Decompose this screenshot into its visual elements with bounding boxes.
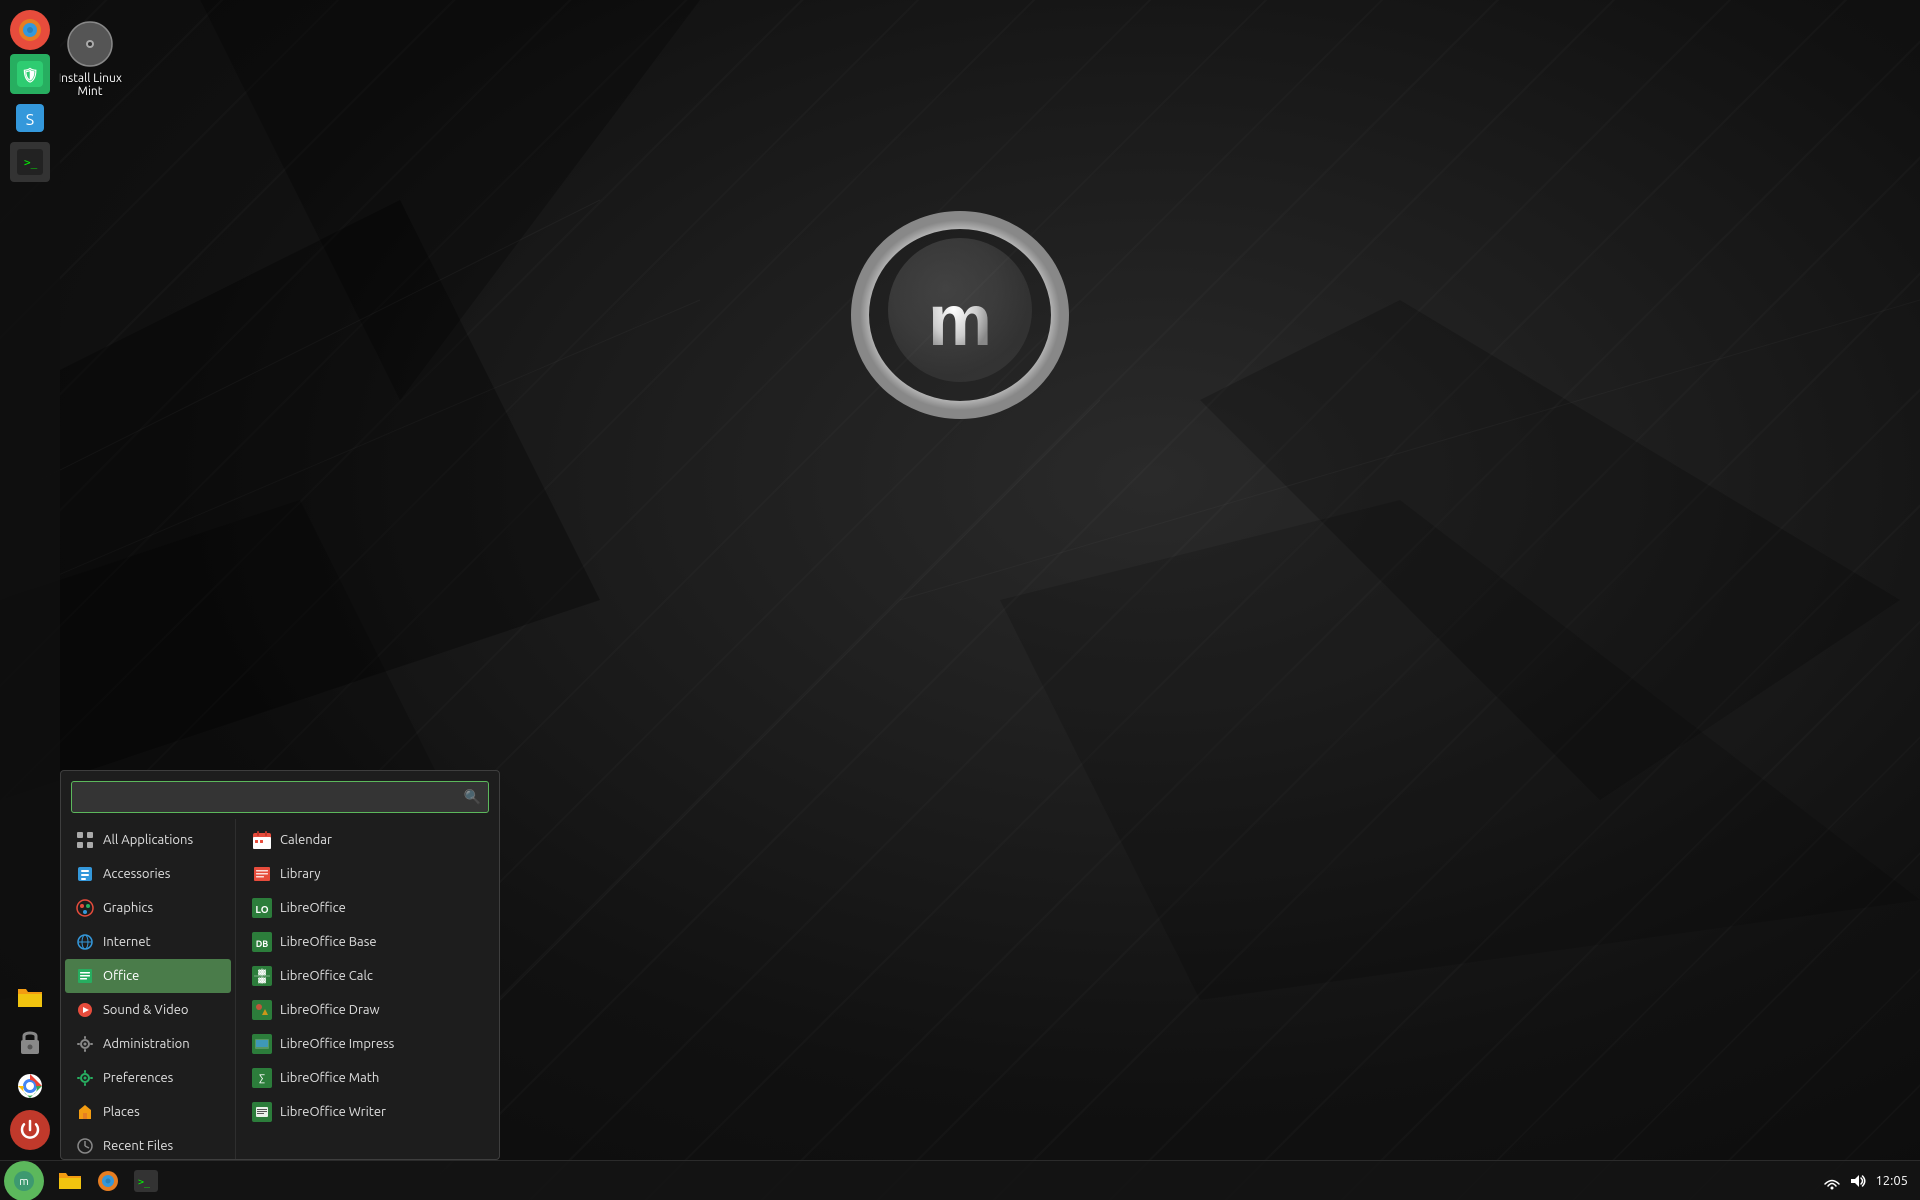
svg-text:∑: ∑: [259, 1073, 265, 1085]
taskbar-terminal[interactable]: >_: [128, 1163, 164, 1199]
app-libreoffice-calc[interactable]: ▓▓ ▓▓ LibreOffice Calc: [240, 959, 495, 993]
library-app-icon: [252, 864, 272, 884]
menu-search-input[interactable]: [71, 781, 489, 813]
category-internet[interactable]: Internet: [65, 925, 231, 959]
sidebar-firefox-icon[interactable]: [10, 10, 50, 50]
accessories-icon: [75, 864, 95, 884]
category-administration[interactable]: Administration: [65, 1027, 231, 1061]
preferences-icon: [75, 1068, 95, 1088]
office-icon: [75, 966, 95, 986]
network-icon[interactable]: [1823, 1172, 1841, 1190]
libreoffice-calc-icon: ▓▓ ▓▓: [252, 966, 272, 986]
sidebar-power-icon[interactable]: [10, 1110, 50, 1150]
category-office[interactable]: Office: [65, 959, 231, 993]
libreoffice-draw-icon: [252, 1000, 272, 1020]
category-accessories[interactable]: Accessories: [65, 857, 231, 891]
app-libreoffice-writer[interactable]: LibreOffice Writer: [240, 1095, 495, 1129]
svg-text:DB: DB: [256, 939, 269, 949]
libreoffice-base-icon: DB: [252, 932, 272, 952]
taskbar-firefox[interactable]: [90, 1163, 126, 1199]
recent-files-icon: [75, 1136, 95, 1156]
svg-text:m: m: [928, 281, 992, 361]
search-icon: 🔍: [464, 789, 481, 806]
svg-text:LO: LO: [255, 904, 268, 915]
libreoffice-impress-icon: [252, 1034, 272, 1054]
install-icon-image: [66, 20, 114, 68]
menu-panel: 🔍 All Applications: [60, 770, 500, 1160]
install-icon-label: Install Linux Mint: [50, 72, 130, 98]
app-libreoffice-base[interactable]: DB LibreOffice Base: [240, 925, 495, 959]
app-libreoffice-math[interactable]: ∑ LibreOffice Math: [240, 1061, 495, 1095]
libreoffice-icon: LO: [252, 898, 272, 918]
graphics-icon: [75, 898, 95, 918]
taskbar-right: 12:05: [1823, 1172, 1920, 1190]
taskbar-file-manager[interactable]: [52, 1163, 88, 1199]
menu-content: All Applications Accessories: [61, 819, 499, 1159]
left-sidebar: 🛡 S >_: [0, 0, 60, 1160]
mint-logo: m: [850, 200, 1070, 420]
sidebar-synaptic-icon[interactable]: S: [10, 98, 50, 138]
svg-text:▓▓: ▓▓: [258, 977, 266, 983]
svg-text:m: m: [19, 1176, 29, 1188]
sidebar-mintupdate-icon[interactable]: 🛡: [10, 54, 50, 94]
start-button[interactable]: m: [4, 1161, 44, 1200]
desktop: m Install Linux Mint 🛡: [0, 0, 1920, 1200]
places-icon: [75, 1102, 95, 1122]
install-linux-mint-icon[interactable]: Install Linux Mint: [50, 20, 130, 98]
administration-icon: [75, 1034, 95, 1054]
libreoffice-math-icon: ∑: [252, 1068, 272, 1088]
app-libreoffice[interactable]: LO LibreOffice: [240, 891, 495, 925]
sidebar-lock-icon[interactable]: [10, 1022, 50, 1062]
menu-search-bar: 🔍: [61, 771, 499, 819]
svg-text:▓▓: ▓▓: [258, 969, 266, 975]
app-library[interactable]: Library: [240, 857, 495, 891]
category-places[interactable]: Places: [65, 1095, 231, 1129]
sidebar-google-icon[interactable]: [10, 1066, 50, 1106]
taskbar: m >_: [0, 1160, 1920, 1200]
category-recent-files[interactable]: Recent Files: [65, 1129, 231, 1159]
category-preferences[interactable]: Preferences: [65, 1061, 231, 1095]
calendar-app-icon: [252, 830, 272, 850]
app-libreoffice-impress[interactable]: LibreOffice Impress: [240, 1027, 495, 1061]
category-sound-video[interactable]: Sound & Video: [65, 993, 231, 1027]
sidebar-terminal-icon[interactable]: >_: [10, 142, 50, 182]
menu-categories: All Applications Accessories: [61, 819, 236, 1159]
svg-text:🛡: 🛡: [21, 67, 39, 83]
svg-text:S: S: [26, 111, 34, 129]
internet-icon: [75, 932, 95, 952]
volume-icon[interactable]: [1849, 1172, 1867, 1190]
category-all-applications[interactable]: All Applications: [65, 823, 231, 857]
sidebar-files-icon[interactable]: [10, 978, 50, 1018]
menu-apps-list: Calendar Library: [236, 819, 499, 1159]
app-libreoffice-draw[interactable]: LibreOffice Draw: [240, 993, 495, 1027]
sound-video-icon: [75, 1000, 95, 1020]
svg-text:>_: >_: [24, 156, 38, 169]
category-graphics[interactable]: Graphics: [65, 891, 231, 925]
svg-text:>_: >_: [138, 1177, 151, 1188]
all-applications-icon: [75, 830, 95, 850]
libreoffice-writer-icon: [252, 1102, 272, 1122]
taskbar-time: 12:05: [1875, 1174, 1908, 1188]
app-calendar[interactable]: Calendar: [240, 823, 495, 857]
taskbar-apps: >_: [52, 1163, 164, 1199]
